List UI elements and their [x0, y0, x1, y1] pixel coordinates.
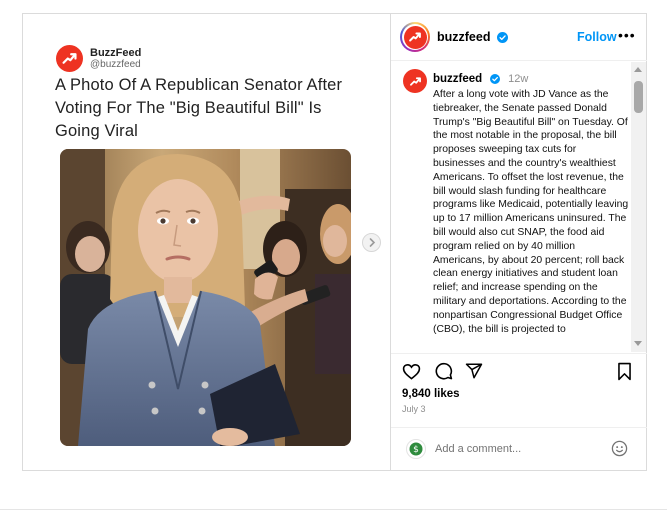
panel-divider [390, 14, 391, 470]
scroll-up-arrow-icon[interactable] [634, 67, 642, 72]
follow-button[interactable]: Follow [577, 30, 617, 44]
header-divider [391, 60, 647, 61]
senator-photo [60, 149, 351, 446]
page-bottom-border [0, 509, 667, 510]
card-headline: A Photo Of A Republican Senator After Vo… [55, 76, 343, 140]
header-username-text[interactable]: buzzfeed [437, 30, 490, 44]
scroll-thumb[interactable] [634, 81, 643, 113]
commenter-avatar: $ [406, 439, 426, 459]
actions-divider [391, 353, 647, 354]
caption-username[interactable]: buzzfeed [433, 73, 482, 85]
caption-scrollbar[interactable] [631, 62, 646, 352]
carousel-next-button[interactable] [362, 233, 381, 252]
scroll-down-arrow-icon[interactable] [634, 341, 642, 346]
caption-avatar[interactable] [403, 69, 427, 93]
verified-badge-icon [489, 74, 500, 84]
header-avatar[interactable] [400, 22, 430, 52]
likes-count[interactable]: 9,840 likes [402, 388, 460, 400]
card-brand-name: BuzzFeed [90, 47, 142, 59]
verified-badge-icon [496, 32, 508, 43]
caption-text: After a long vote with JD Vance as the t… [433, 89, 629, 335]
buzzfeed-logo-icon [409, 76, 421, 86]
share-icon[interactable] [465, 362, 483, 380]
svg-text:$: $ [413, 445, 419, 455]
buzzfeed-logo-icon [56, 45, 83, 72]
card-brand-handle: @buzzfeed [90, 59, 141, 70]
bookmark-icon[interactable] [616, 362, 633, 381]
dollar-badge-icon: $ [409, 442, 423, 456]
comment-divider [391, 427, 647, 428]
chevron-right-icon [369, 238, 375, 247]
caption: buzzfeed 12w After a long vote with JD V… [433, 69, 629, 351]
caption-timestamp[interactable]: 12w [508, 73, 528, 85]
post-date[interactable]: July 3 [402, 404, 426, 414]
buzzfeed-logo-icon [409, 32, 421, 42]
header-username[interactable]: buzzfeed [437, 30, 508, 44]
heart-icon[interactable] [402, 362, 421, 381]
more-options-icon[interactable]: ••• [618, 27, 636, 43]
emoji-icon[interactable] [611, 440, 628, 457]
comment-input[interactable] [435, 441, 600, 457]
comment-icon[interactable] [434, 362, 453, 381]
